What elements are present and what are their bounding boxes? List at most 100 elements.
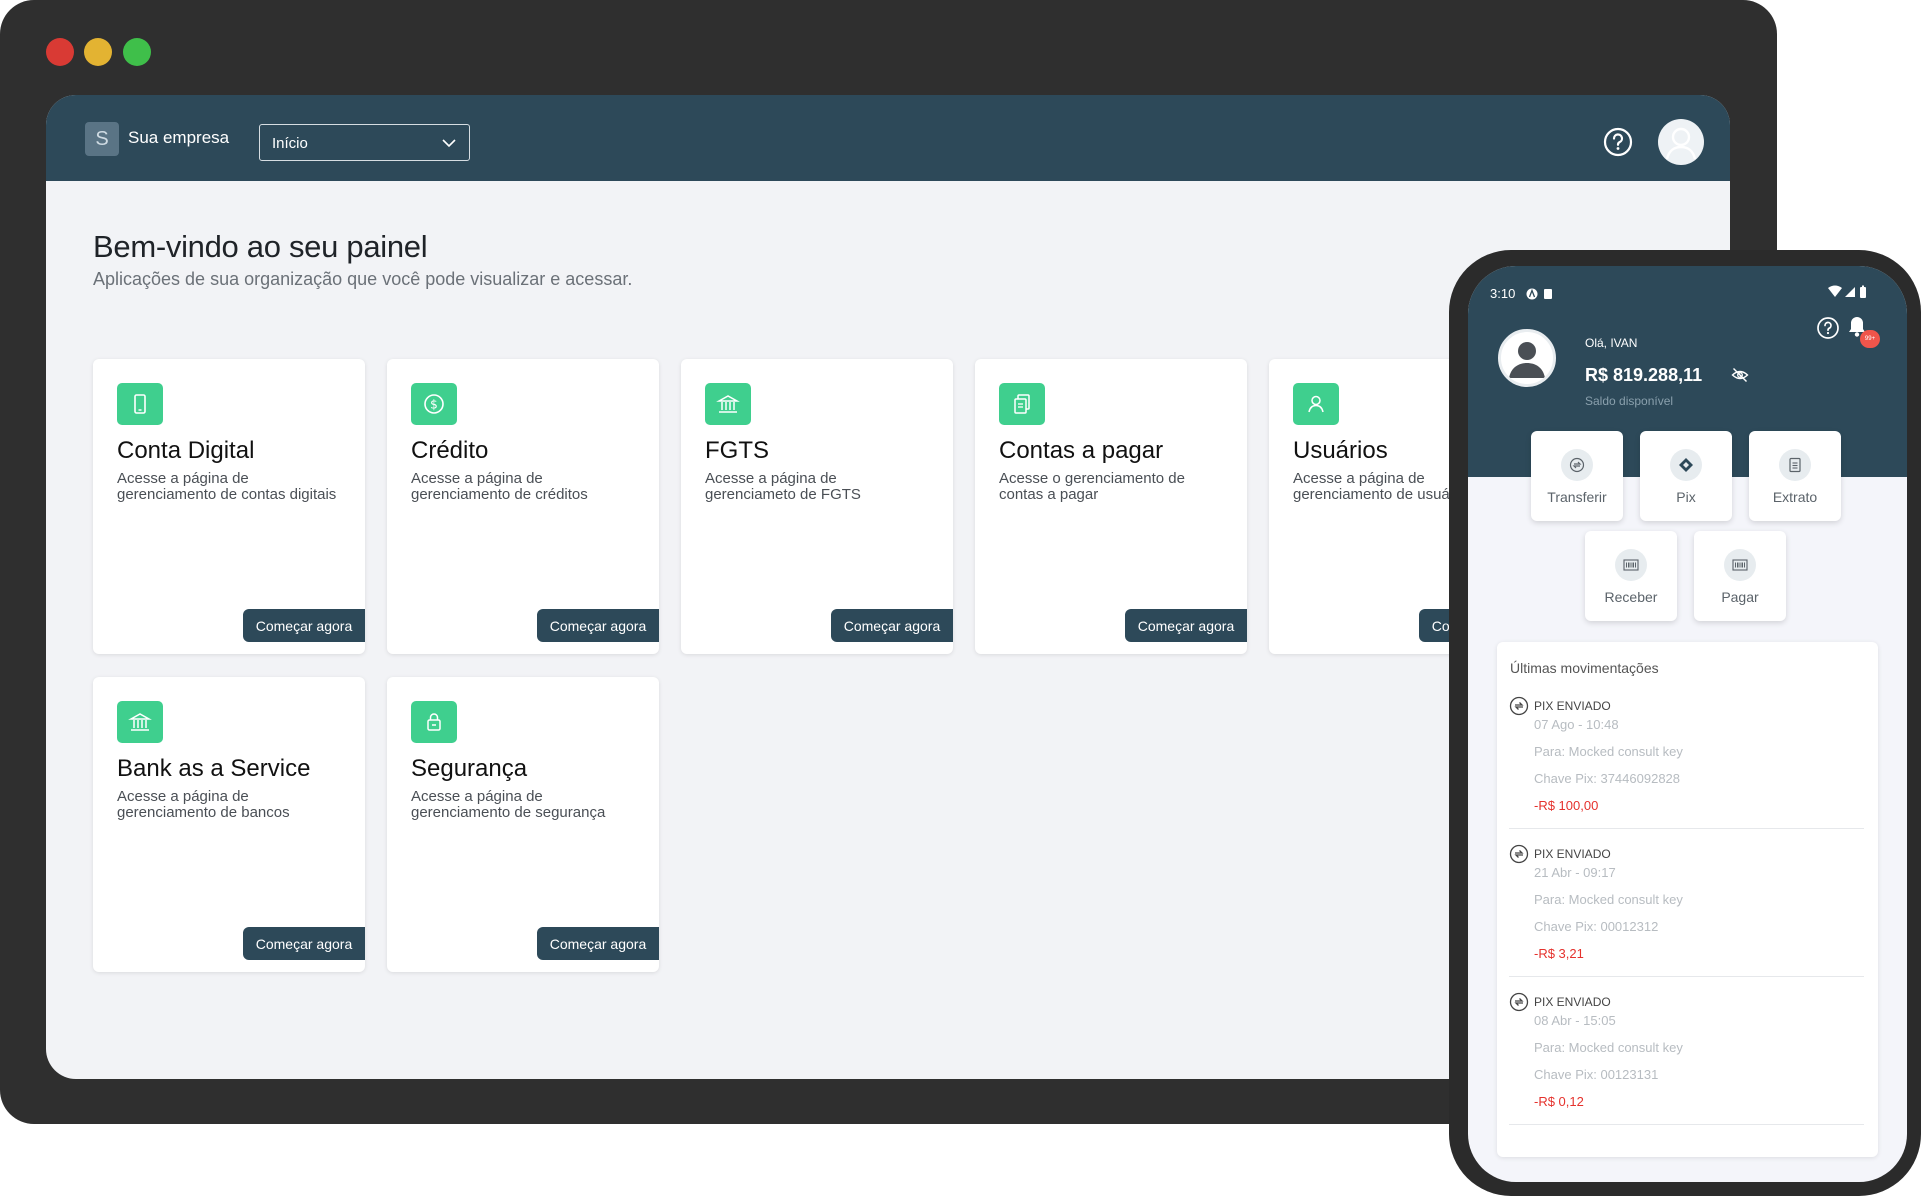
- brand-name: Sua empresa: [128, 128, 230, 147]
- card-icon-box: $: [411, 383, 457, 425]
- transfer-icon: [1569, 457, 1585, 473]
- card-title: Crédito: [411, 437, 489, 464]
- bank-icon: [128, 713, 152, 731]
- nav-select[interactable]: Início: [259, 124, 470, 161]
- action-label: Pix: [1676, 489, 1696, 505]
- transaction-pix-key: Chave Pix: 00012312: [1534, 919, 1659, 934]
- card-conta-digital: Conta Digital Acesse a página de gerenci…: [93, 359, 365, 654]
- action-icon-circle: [1615, 549, 1647, 581]
- user-icon: [1509, 342, 1545, 378]
- start-button[interactable]: Começar agora: [243, 609, 365, 642]
- transaction-date: 21 Abr - 09:17: [1534, 865, 1616, 880]
- card-icon-box: [411, 701, 457, 743]
- card-description: Acesse o gerenciamento de contas a pagar: [999, 470, 1185, 503]
- card-seguranca: Segurança Acesse a página de gerenciamen…: [387, 677, 659, 972]
- card-fgts: FGTS Acesse a página de gerenciameto de …: [681, 359, 953, 654]
- action-pagar[interactable]: Pagar: [1694, 531, 1786, 621]
- card-description: Acesse a página de gerenciamento de créd…: [411, 470, 588, 503]
- status-time: 3:10: [1490, 286, 1516, 301]
- barcode-icon: [1732, 559, 1748, 571]
- divider: [1509, 976, 1864, 977]
- card-credito: $ Crédito Acesse a página de gerenciamen…: [387, 359, 659, 654]
- card-title: Conta Digital: [117, 437, 255, 464]
- feed-title: Últimas movimentações: [1510, 660, 1659, 676]
- phone-icon: [134, 394, 146, 414]
- brand-logo: S: [85, 122, 119, 156]
- start-button[interactable]: Começar agora: [537, 609, 659, 642]
- action-transferir[interactable]: Transferir: [1531, 431, 1623, 521]
- action-receber[interactable]: Receber: [1585, 531, 1677, 621]
- stage: S Sua empresa Início Bem-vindo ao seu pa…: [0, 0, 1921, 1196]
- transaction-amount: -R$ 100,00: [1534, 798, 1599, 813]
- start-button[interactable]: Começar agora: [831, 609, 953, 642]
- mobile-screen: 3:10 Olá, IVAN R$ 819.288,11 Saldo dispo…: [1468, 266, 1907, 1182]
- action-icon-circle: [1561, 449, 1593, 481]
- transaction-type: PIX ENVIADO: [1534, 699, 1611, 713]
- transaction-item[interactable]: PIX ENVIADO 07 Ago - 10:48 Para: Mocked …: [1509, 696, 1864, 844]
- transaction-recipient: Para: Mocked consult key: [1534, 1040, 1683, 1055]
- nav-select-value: Início: [272, 135, 308, 152]
- phone-frame: 3:10 Olá, IVAN R$ 819.288,11 Saldo dispo…: [1449, 250, 1921, 1196]
- profile-avatar[interactable]: [1498, 329, 1556, 387]
- transaction-amount: -R$ 3,21: [1534, 946, 1584, 961]
- transaction-recipient: Para: Mocked consult key: [1534, 744, 1683, 759]
- divider: [1509, 828, 1864, 829]
- window-minimize-dot[interactable]: [84, 38, 112, 66]
- chevron-down-icon: [442, 139, 456, 148]
- transaction-pix-key: Chave Pix: 37446092828: [1534, 771, 1681, 786]
- transaction-item[interactable]: PIX ENVIADO 08 Abr - 15:05 Para: Mocked …: [1509, 992, 1864, 1140]
- action-pix[interactable]: Pix: [1640, 431, 1732, 521]
- greeting: Olá, IVAN: [1585, 336, 1638, 350]
- notification-badge: 99+: [1860, 330, 1880, 348]
- action-icon-circle: [1724, 549, 1756, 581]
- app-status-icon: [1526, 288, 1552, 300]
- card-title: Bank as a Service: [117, 755, 311, 782]
- recent-transactions: Últimas movimentações PIX ENVIADO 07 Ago…: [1497, 642, 1878, 1157]
- bank-icon: [716, 395, 740, 413]
- start-button[interactable]: Começar agora: [537, 927, 659, 960]
- card-icon-box: [1293, 383, 1339, 425]
- transaction-type: PIX ENVIADO: [1534, 995, 1611, 1009]
- help-icon[interactable]: [1816, 316, 1840, 340]
- card-icon-box: [999, 383, 1045, 425]
- dollar-coin-icon: $: [424, 394, 444, 414]
- transaction-date: 08 Abr - 15:05: [1534, 1013, 1616, 1028]
- card-bank-as-a-service: Bank as a Service Acesse a página de ger…: [93, 677, 365, 972]
- card-description: Acesse a página de gerenciamento de segu…: [411, 788, 606, 821]
- card-title: FGTS: [705, 437, 769, 464]
- transfer-icon: [1509, 696, 1529, 716]
- balance-value: R$ 819.288,11: [1585, 365, 1703, 385]
- action-label: Transferir: [1547, 489, 1607, 505]
- card-title: Usuários: [1293, 437, 1388, 464]
- transaction-item[interactable]: PIX ENVIADO 21 Abr - 09:17 Para: Mocked …: [1509, 844, 1864, 992]
- pix-icon: [1679, 458, 1693, 472]
- hide-balance-icon[interactable]: [1731, 366, 1749, 384]
- transaction-date: 07 Ago - 10:48: [1534, 717, 1619, 732]
- user-icon: [1308, 395, 1324, 413]
- help-icon[interactable]: [1602, 126, 1634, 158]
- card-description: Acesse a página de gerenciamento de cont…: [117, 470, 337, 503]
- card-description: Acesse a página de gerenciameto de FGTS: [705, 470, 861, 503]
- card-title: Segurança: [411, 755, 528, 782]
- user-avatar[interactable]: [1658, 119, 1704, 165]
- card-title: Contas a pagar: [999, 437, 1164, 464]
- start-button[interactable]: Começar agora: [243, 927, 365, 960]
- card-icon-box: [117, 701, 163, 743]
- action-label: Receber: [1604, 589, 1658, 605]
- action-label: Extrato: [1772, 489, 1818, 505]
- balance-label: Saldo disponível: [1585, 394, 1674, 408]
- page-subtitle: Aplicações de sua organização que você p…: [93, 269, 633, 289]
- window-close-dot[interactable]: [46, 38, 74, 66]
- page-title: Bem-vindo ao seu painel: [93, 229, 428, 264]
- card-icon-box: [705, 383, 751, 425]
- barcode-icon: [1623, 559, 1639, 571]
- action-label: Pagar: [1721, 589, 1759, 605]
- top-bar: S Sua empresa Início: [46, 95, 1730, 181]
- lock-icon: [427, 713, 441, 731]
- start-button[interactable]: Começar agora: [1125, 609, 1247, 642]
- transfer-icon: [1509, 844, 1529, 864]
- window-maximize-dot[interactable]: [123, 38, 151, 66]
- svg-text:$: $: [430, 398, 438, 412]
- action-extrato[interactable]: Extrato: [1749, 431, 1841, 521]
- action-icon-circle: [1670, 449, 1702, 481]
